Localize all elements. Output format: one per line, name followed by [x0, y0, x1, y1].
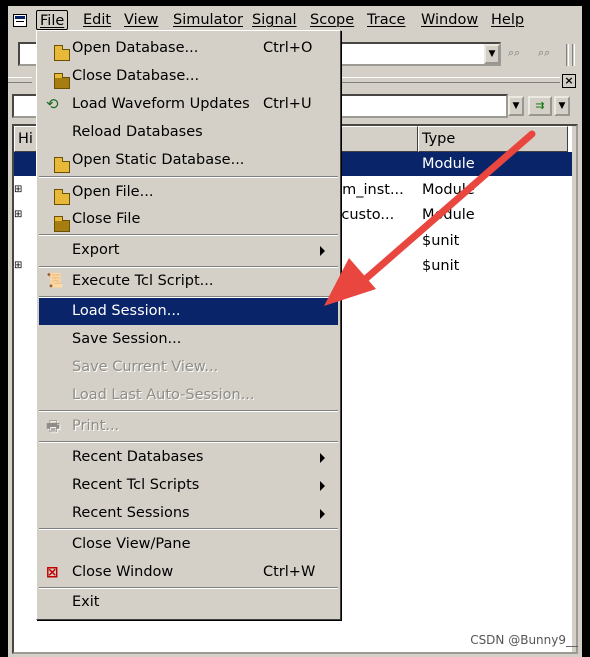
- annotation-arrow-head: [324, 258, 376, 306]
- annotation-arrow-shaft: [358, 130, 536, 286]
- annotation-arrow: [324, 130, 536, 306]
- watermark: CSDN @Bunny9__: [470, 633, 578, 647]
